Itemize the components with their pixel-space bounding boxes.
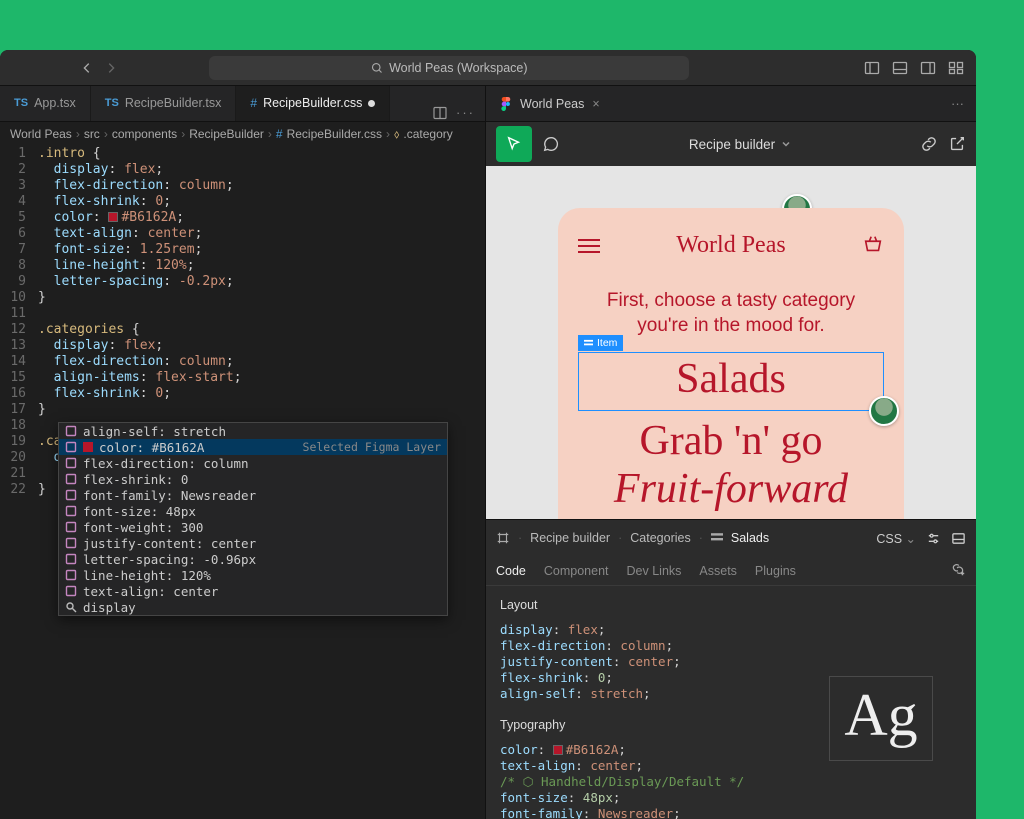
hamburger-icon	[578, 239, 600, 253]
crumb: components	[112, 127, 177, 141]
more-actions-icon[interactable]: ···	[939, 96, 976, 111]
suggest-item[interactable]: font-size: 48px	[59, 503, 447, 519]
comment-icon[interactable]	[542, 135, 560, 153]
tab-label: RecipeBuilder.tsx	[125, 96, 222, 110]
nav-back-icon[interactable]	[80, 61, 94, 75]
inspector-crumb[interactable]: Recipe builder	[530, 531, 610, 545]
figma-title[interactable]: Recipe builder	[689, 137, 775, 152]
suggest-item[interactable]: color: #B6162ASelected Figma Layer	[59, 439, 447, 455]
basket-icon	[862, 233, 884, 258]
figma-canvas[interactable]: World Peas First, choose a tasty categor…	[486, 166, 976, 519]
inspector-crumb[interactable]: Salads	[731, 531, 769, 545]
figma-inspector: · Recipe builder · Categories · Salads C…	[486, 519, 976, 819]
split-editor-icon[interactable]	[432, 105, 448, 121]
open-external-icon[interactable]	[948, 135, 966, 153]
ts-file-icon: TS	[14, 97, 28, 109]
layout-customize-icon[interactable]	[948, 60, 964, 76]
layout-panel-bottom-icon[interactable]	[892, 60, 908, 76]
crumb: World Peas	[10, 127, 72, 141]
layout-sidebar-left-icon[interactable]	[864, 60, 880, 76]
nav-fwd-icon[interactable]	[104, 61, 118, 75]
add-tool-icon[interactable]	[950, 561, 966, 580]
selected-layer-salads[interactable]: Item Salads	[578, 352, 884, 410]
suggest-widget[interactable]: align-self: stretchcolor: #B6162ASelecte…	[58, 422, 448, 616]
suggest-item[interactable]: text-align: center	[59, 583, 447, 599]
crumb: .category	[403, 127, 452, 141]
tab-devlinks[interactable]: Dev Links	[627, 564, 682, 578]
suggest-item[interactable]: letter-spacing: -0.96px	[59, 551, 447, 567]
type-preview: Ag	[829, 676, 932, 761]
section-typography: Typography	[500, 718, 772, 732]
titlebar: World Peas (Workspace)	[0, 50, 976, 86]
intro-text: First, choose a tasty category you're in…	[578, 289, 884, 338]
tab-plugins[interactable]: Plugins	[755, 564, 796, 578]
figma-logo-icon	[500, 97, 512, 111]
chevron-down-icon	[781, 139, 791, 149]
suggest-item[interactable]: flex-direction: column	[59, 455, 447, 471]
search-icon	[371, 62, 383, 74]
tab-label: RecipeBuilder.css	[263, 96, 362, 110]
tab-assets[interactable]: Assets	[699, 564, 737, 578]
breadcrumb[interactable]: World Peas› src› components› RecipeBuild…	[0, 122, 485, 146]
editor-pane: TS App.tsx TS RecipeBuilder.tsx # Recipe…	[0, 86, 485, 819]
crumb: RecipeBuilder.css	[287, 127, 382, 141]
panel-icon[interactable]	[951, 531, 966, 546]
figma-pane: World Peas × ··· Recipe builder	[485, 86, 976, 819]
tab-code[interactable]: Code	[496, 564, 526, 578]
line-gutter: 12345678910111213141516171819202122	[0, 146, 38, 819]
color-swatch-icon	[553, 745, 563, 755]
category-salads: Salads	[579, 355, 883, 403]
suggest-item[interactable]: flex-shrink: 0	[59, 471, 447, 487]
suggest-item[interactable]: justify-content: center	[59, 535, 447, 551]
section-layout: Layout	[500, 598, 772, 612]
css-mode-dropdown[interactable]: CSS ⌄	[876, 531, 916, 546]
tab-recipebuilder-tsx[interactable]: TS RecipeBuilder.tsx	[91, 86, 237, 121]
suggest-item[interactable]: font-weight: 300	[59, 519, 447, 535]
avatar[interactable]	[869, 396, 899, 426]
design-frame[interactable]: World Peas First, choose a tasty categor…	[558, 208, 904, 519]
suggest-item[interactable]: line-height: 120%	[59, 567, 447, 583]
category-fruit-forward: Fruit-forward	[578, 465, 884, 513]
dirty-indicator-icon	[368, 100, 375, 107]
figma-toolbar: Recipe builder	[486, 122, 976, 166]
layout-css[interactable]: display: flex; flex-direction: column; j…	[500, 622, 772, 702]
figma-tab[interactable]: World Peas ×	[486, 86, 614, 122]
figma-tab-label: World Peas	[520, 97, 584, 111]
suggest-item[interactable]: align-self: stretch	[59, 423, 447, 439]
frame-icon	[496, 531, 510, 545]
close-icon[interactable]: ×	[592, 97, 599, 111]
tab-app-tsx[interactable]: TS App.tsx	[0, 86, 91, 121]
inspector-tabs: Code Component Dev Links Assets Plugins	[486, 556, 976, 586]
list-icon	[711, 532, 723, 544]
category-grab-n-go: Grab 'n' go	[578, 417, 884, 465]
selection-tag: Item	[578, 335, 623, 351]
typography-css[interactable]: color: #B6162A; text-align: center; /* ⬡…	[500, 742, 772, 819]
link-icon[interactable]	[920, 135, 938, 153]
search-text: World Peas (Workspace)	[389, 61, 527, 75]
brand: World Peas	[676, 232, 785, 259]
inspector-crumb[interactable]: Categories	[630, 531, 690, 545]
settings-icon[interactable]	[926, 531, 941, 546]
tab-recipebuilder-css[interactable]: # RecipeBuilder.css	[236, 86, 390, 121]
suggest-item[interactable]: display	[59, 599, 447, 615]
ts-file-icon: TS	[105, 97, 119, 109]
tab-component[interactable]: Component	[544, 564, 609, 578]
command-search[interactable]: World Peas (Workspace)	[209, 56, 689, 80]
layout-sidebar-right-icon[interactable]	[920, 60, 936, 76]
tab-label: App.tsx	[34, 96, 76, 110]
css-file-icon: #	[250, 96, 257, 110]
app-window: World Peas (Workspace) TS App.tsx TS Rec…	[0, 50, 976, 819]
suggest-item[interactable]: font-family: Newsreader	[59, 487, 447, 503]
crumb: src	[84, 127, 100, 141]
crumb: RecipeBuilder	[189, 127, 264, 141]
inspect-cursor-button[interactable]	[496, 126, 532, 162]
more-actions-icon[interactable]: ···	[456, 105, 475, 121]
editor-tabs: TS App.tsx TS RecipeBuilder.tsx # Recipe…	[0, 86, 485, 122]
